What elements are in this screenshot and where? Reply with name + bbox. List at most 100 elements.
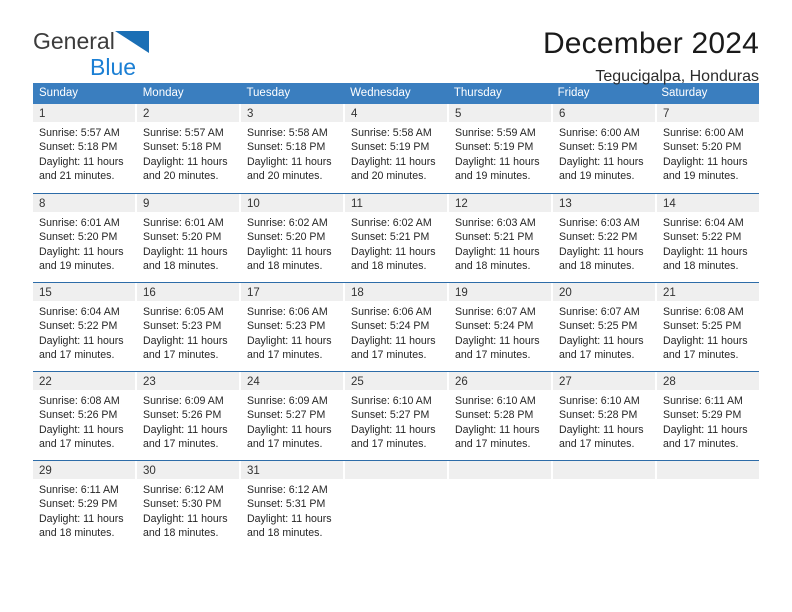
day-number: 9 (143, 198, 150, 210)
day-cell[interactable]: 30 Sunrise: 6:12 AM Sunset: 5:30 PM Dayligh… (137, 461, 241, 549)
sunset-text: Sunset: 5:29 PM (663, 409, 742, 422)
day-cell[interactable]: 3 Sunrise: 5:58 AM Sunset: 5:18 PM Daylight… (241, 104, 345, 193)
sunrise-text: Sunrise: 6:07 AM (559, 306, 640, 318)
daylight-text-line1: Daylight: 11 hours (559, 155, 644, 168)
day-cell[interactable]: 2 Sunrise: 5:57 AM Sunset: 5:18 PM Daylight… (137, 104, 241, 193)
sunset-text: Sunset: 5:18 PM (247, 141, 326, 154)
daylight-text-line1: Daylight: 11 hours (351, 155, 436, 168)
brand-logo[interactable]: General Blue (33, 27, 203, 79)
day-cell[interactable]: 31 Sunrise: 6:12 AM Sunset: 5:31 PM Dayligh… (241, 461, 345, 549)
sunset-text: Sunset: 5:20 PM (247, 231, 326, 244)
sunrise-text: Sunrise: 6:12 AM (247, 484, 328, 496)
day-cell[interactable]: 7 Sunrise: 6:00 AM Sunset: 5:20 PM Daylight… (657, 104, 759, 193)
sunset-text: Sunset: 5:18 PM (39, 141, 118, 154)
day-cell[interactable]: 11 Sunrise: 6:02 AM Sunset: 5:21 PM Dayligh… (345, 194, 449, 282)
daylight-text-line2: and 17 minutes. (663, 349, 739, 362)
day-cell[interactable]: 9 Sunrise: 6:01 AM Sunset: 5:20 PM Daylight… (137, 194, 241, 282)
day-cell[interactable]: 13 Sunrise: 6:03 AM Sunset: 5:22 PM Dayligh… (553, 194, 657, 282)
day-details: Sunrise: 6:00 AM Sunset: 5:19 PM Daylight:… (553, 122, 655, 184)
day-number-band: 10 (241, 194, 343, 212)
daylight-text-line2: and 17 minutes. (351, 438, 427, 451)
day-number-band: 16 (137, 283, 239, 301)
day-cell[interactable]: 4 Sunrise: 5:58 AM Sunset: 5:19 PM Daylight… (345, 104, 449, 193)
day-cell[interactable]: 17 Sunrise: 6:06 AM Sunset: 5:23 PM Dayligh… (241, 283, 345, 371)
day-number-band: 23 (137, 372, 239, 390)
day-cell-empty (449, 461, 553, 549)
day-number: 8 (39, 198, 46, 210)
sunset-text: Sunset: 5:27 PM (351, 409, 430, 422)
day-cell[interactable]: 29 Sunrise: 6:11 AM Sunset: 5:29 PM Dayligh… (33, 461, 137, 549)
daylight-text-line1: Daylight: 11 hours (39, 512, 124, 525)
day-cell[interactable]: 15 Sunrise: 6:04 AM Sunset: 5:22 PM Dayligh… (33, 283, 137, 371)
day-cell[interactable]: 27 Sunrise: 6:10 AM Sunset: 5:28 PM Dayligh… (553, 372, 657, 460)
day-number: 15 (39, 287, 52, 299)
sunset-text: Sunset: 5:25 PM (663, 320, 742, 333)
day-number-band: 30 (137, 461, 239, 479)
calendar-week-row: 22 Sunrise: 6:08 AM Sunset: 5:26 PM Dayligh… (33, 371, 759, 460)
day-cell[interactable]: 14 Sunrise: 6:04 AM Sunset: 5:22 PM Dayligh… (657, 194, 759, 282)
day-cell[interactable]: 23 Sunrise: 6:09 AM Sunset: 5:26 PM Dayligh… (137, 372, 241, 460)
day-number-band: 20 (553, 283, 655, 301)
daylight-text-line1: Daylight: 11 hours (247, 334, 332, 347)
day-cell[interactable]: 12 Sunrise: 6:03 AM Sunset: 5:21 PM Dayligh… (449, 194, 553, 282)
daylight-text-line1: Daylight: 11 hours (559, 245, 644, 258)
weekday-wednesday: Wednesday (350, 87, 411, 99)
day-details: Sunrise: 6:00 AM Sunset: 5:20 PM Daylight:… (657, 122, 759, 184)
sunset-text: Sunset: 5:21 PM (351, 231, 430, 244)
day-cell[interactable]: 18 Sunrise: 6:06 AM Sunset: 5:24 PM Dayligh… (345, 283, 449, 371)
day-number-band: 6 (553, 104, 655, 122)
day-number: 23 (143, 376, 156, 388)
day-cell[interactable]: 20 Sunrise: 6:07 AM Sunset: 5:25 PM Dayligh… (553, 283, 657, 371)
day-number: 25 (351, 376, 364, 388)
day-details: Sunrise: 6:03 AM Sunset: 5:22 PM Daylight:… (553, 212, 655, 274)
day-cell[interactable]: 26 Sunrise: 6:10 AM Sunset: 5:28 PM Dayligh… (449, 372, 553, 460)
day-number-band: 4 (345, 104, 447, 122)
day-number-band (449, 461, 551, 479)
daylight-text-line1: Daylight: 11 hours (143, 423, 228, 436)
sunset-text: Sunset: 5:19 PM (351, 141, 430, 154)
daylight-text-line1: Daylight: 11 hours (143, 245, 228, 258)
daylight-text-line2: and 17 minutes. (247, 438, 323, 451)
sunrise-text: Sunrise: 6:10 AM (351, 395, 432, 407)
daylight-text-line2: and 18 minutes. (247, 527, 323, 540)
day-cell[interactable]: 8 Sunrise: 6:01 AM Sunset: 5:20 PM Daylight… (33, 194, 137, 282)
day-cell[interactable]: 10 Sunrise: 6:02 AM Sunset: 5:20 PM Dayligh… (241, 194, 345, 282)
sunrise-text: Sunrise: 6:04 AM (663, 217, 744, 229)
day-number-band: 31 (241, 461, 343, 479)
day-cell[interactable]: 21 Sunrise: 6:08 AM Sunset: 5:25 PM Dayligh… (657, 283, 759, 371)
page-title: December 2024 (542, 27, 759, 60)
day-details: Sunrise: 6:02 AM Sunset: 5:20 PM Daylight:… (241, 212, 343, 274)
sunrise-text: Sunrise: 6:00 AM (559, 127, 640, 139)
daylight-text-line1: Daylight: 11 hours (455, 423, 540, 436)
calendar-week-row: 29 Sunrise: 6:11 AM Sunset: 5:29 PM Dayligh… (33, 460, 759, 549)
sunrise-text: Sunrise: 6:02 AM (351, 217, 432, 229)
sunrise-text: Sunrise: 6:03 AM (455, 217, 536, 229)
day-number-band: 9 (137, 194, 239, 212)
daylight-text-line2: and 17 minutes. (39, 438, 115, 451)
daylight-text-line2: and 17 minutes. (559, 438, 635, 451)
sunrise-text: Sunrise: 6:11 AM (663, 395, 743, 407)
day-cell[interactable]: 25 Sunrise: 6:10 AM Sunset: 5:27 PM Dayligh… (345, 372, 449, 460)
day-cell[interactable]: 22 Sunrise: 6:08 AM Sunset: 5:26 PM Dayligh… (33, 372, 137, 460)
day-cell[interactable]: 1 Sunrise: 5:57 AM Sunset: 5:18 PM Daylight… (33, 104, 137, 193)
day-cell[interactable]: 5 Sunrise: 5:59 AM Sunset: 5:19 PM Daylight… (449, 104, 553, 193)
daylight-text-line1: Daylight: 11 hours (663, 155, 748, 168)
sunset-text: Sunset: 5:27 PM (247, 409, 326, 422)
day-number: 21 (663, 287, 676, 299)
day-cell[interactable]: 6 Sunrise: 6:00 AM Sunset: 5:19 PM Daylight… (553, 104, 657, 193)
day-number-band: 25 (345, 372, 447, 390)
daylight-text-line1: Daylight: 11 hours (247, 155, 332, 168)
day-cell[interactable]: 28 Sunrise: 6:11 AM Sunset: 5:29 PM Dayligh… (657, 372, 759, 460)
sunset-text: Sunset: 5:19 PM (455, 141, 534, 154)
daylight-text-line1: Daylight: 11 hours (559, 334, 644, 347)
title-block: December 2024 Tegucigalpa, Honduras (543, 27, 759, 88)
day-cell-empty (657, 461, 759, 549)
sunrise-text: Sunrise: 6:08 AM (39, 395, 120, 407)
day-cell[interactable]: 16 Sunrise: 6:05 AM Sunset: 5:23 PM Dayligh… (137, 283, 241, 371)
day-cell[interactable]: 24 Sunrise: 6:09 AM Sunset: 5:27 PM Dayligh… (241, 372, 345, 460)
daylight-text-line2: and 18 minutes. (143, 527, 219, 540)
day-cell[interactable]: 19 Sunrise: 6:07 AM Sunset: 5:24 PM Dayligh… (449, 283, 553, 371)
day-number: 19 (455, 287, 468, 299)
daylight-text-line2: and 18 minutes. (663, 260, 739, 273)
daylight-text-line2: and 18 minutes. (351, 260, 427, 273)
